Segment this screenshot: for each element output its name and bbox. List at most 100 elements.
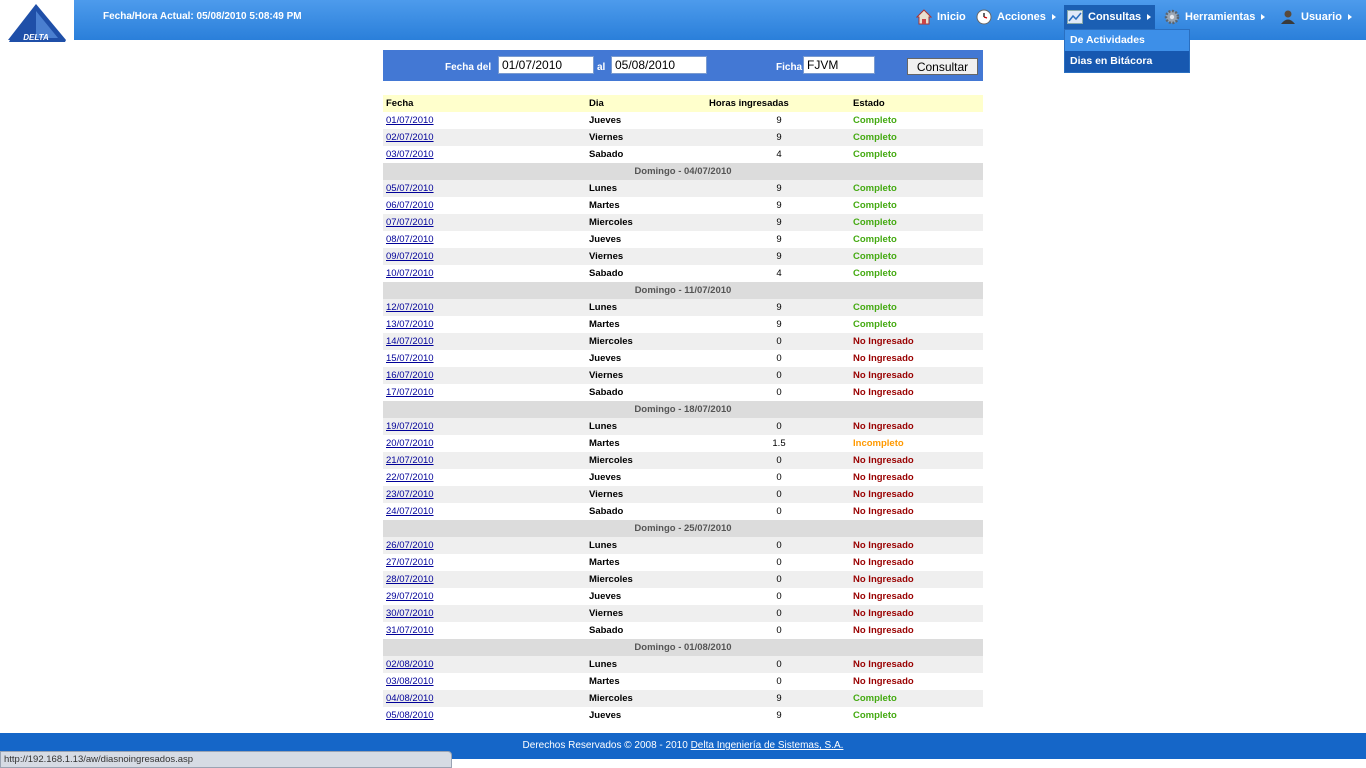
submenu-arrow-icon bbox=[1261, 14, 1266, 20]
horas-cell: 0 bbox=[776, 370, 782, 381]
fecha-link[interactable]: 01/07/2010 bbox=[386, 115, 434, 126]
fecha-link[interactable]: 21/07/2010 bbox=[386, 455, 434, 466]
menu-item-dias-en-bitacora[interactable]: Dias en Bitácora bbox=[1065, 51, 1189, 72]
fecha-al-input[interactable] bbox=[611, 56, 707, 74]
fecha-link[interactable]: 06/07/2010 bbox=[386, 200, 434, 211]
fecha-link[interactable]: 05/07/2010 bbox=[386, 183, 434, 194]
fecha-link[interactable]: 31/07/2010 bbox=[386, 625, 434, 636]
fecha-link[interactable]: 23/07/2010 bbox=[386, 489, 434, 500]
chart-icon bbox=[1067, 9, 1083, 25]
estado-cell: Completo bbox=[853, 268, 897, 279]
table-row: 05/07/2010 Lunes 9 Completo bbox=[383, 180, 983, 197]
horas-cell: 0 bbox=[776, 659, 782, 670]
horas-cell: 9 bbox=[776, 693, 782, 704]
fecha-link[interactable]: 28/07/2010 bbox=[386, 574, 434, 585]
fecha-link[interactable]: 29/07/2010 bbox=[386, 591, 434, 602]
ficha-input[interactable] bbox=[803, 56, 875, 74]
nav-herramientas[interactable]: Herramientas bbox=[1164, 5, 1266, 29]
dia-cell: Lunes bbox=[589, 421, 617, 432]
fecha-link[interactable]: 07/07/2010 bbox=[386, 217, 434, 228]
header-fecha: Fecha bbox=[386, 98, 414, 109]
company-link[interactable]: Delta Ingeniería de Sistemas, S.A. bbox=[691, 740, 844, 751]
fecha-link[interactable]: 10/07/2010 bbox=[386, 268, 434, 279]
nav-usuario[interactable]: Usuario bbox=[1280, 5, 1352, 29]
fecha-link[interactable]: 15/07/2010 bbox=[386, 353, 434, 364]
estado-cell: Completo bbox=[853, 132, 897, 143]
dia-cell: Lunes bbox=[589, 659, 617, 670]
logo-text: DELTA bbox=[23, 33, 49, 42]
horas-cell: 0 bbox=[776, 608, 782, 619]
dia-cell: Miercoles bbox=[589, 336, 633, 347]
nav-consultas-label: Consultas bbox=[1088, 11, 1142, 23]
fecha-link[interactable]: 30/07/2010 bbox=[386, 608, 434, 619]
dia-cell: Lunes bbox=[589, 302, 617, 313]
fecha-link[interactable]: 24/07/2010 bbox=[386, 506, 434, 517]
browser-status-url: http://192.168.1.13/aw/diasnoingresados.… bbox=[0, 751, 452, 768]
nav-inicio-label: Inicio bbox=[937, 11, 966, 23]
submenu-arrow-icon bbox=[1147, 14, 1152, 20]
fecha-link[interactable]: 08/07/2010 bbox=[386, 234, 434, 245]
fecha-cell: 12/07/2010 bbox=[386, 299, 434, 316]
table-row: 19/07/2010 Lunes 0 No Ingresado bbox=[383, 418, 983, 435]
table-row: 04/08/2010 Miercoles 9 Completo bbox=[383, 690, 983, 707]
sunday-separator-row: Domingo - 04/07/2010 bbox=[383, 163, 983, 180]
consultar-button[interactable]: Consultar bbox=[907, 58, 978, 75]
table-row: 22/07/2010 Jueves 0 No Ingresado bbox=[383, 469, 983, 486]
fecha-link[interactable]: 27/07/2010 bbox=[386, 557, 434, 568]
fecha-link[interactable]: 03/07/2010 bbox=[386, 149, 434, 160]
horas-cell: 9 bbox=[776, 115, 782, 126]
dia-cell: Lunes bbox=[589, 540, 617, 551]
dia-cell: Miercoles bbox=[589, 217, 633, 228]
estado-cell: Completo bbox=[853, 115, 897, 126]
fecha-link[interactable]: 16/07/2010 bbox=[386, 370, 434, 381]
horas-cell: 0 bbox=[776, 540, 782, 551]
table-row: 07/07/2010 Miercoles 9 Completo bbox=[383, 214, 983, 231]
fecha-cell: 22/07/2010 bbox=[386, 469, 434, 486]
nav-inicio[interactable]: Inicio bbox=[915, 5, 966, 29]
fecha-link[interactable]: 20/07/2010 bbox=[386, 438, 434, 449]
dia-cell: Jueves bbox=[589, 472, 622, 483]
table-row: 31/07/2010 Sabado 0 No Ingresado bbox=[383, 622, 983, 639]
fecha-cell: 03/07/2010 bbox=[386, 146, 434, 163]
fecha-link[interactable]: 17/07/2010 bbox=[386, 387, 434, 398]
fecha-link[interactable]: 12/07/2010 bbox=[386, 302, 434, 313]
dia-cell: Miercoles bbox=[589, 574, 633, 585]
fecha-link[interactable]: 02/08/2010 bbox=[386, 659, 434, 670]
estado-cell: No Ingresado bbox=[853, 370, 914, 381]
fecha-link[interactable]: 22/07/2010 bbox=[386, 472, 434, 483]
table-row: 23/07/2010 Viernes 0 No Ingresado bbox=[383, 486, 983, 503]
table-row: 15/07/2010 Jueves 0 No Ingresado bbox=[383, 350, 983, 367]
fecha-link[interactable]: 14/07/2010 bbox=[386, 336, 434, 347]
dia-cell: Sabado bbox=[589, 149, 624, 160]
menu-item-de-actividades[interactable]: De Actividades bbox=[1065, 30, 1189, 51]
dia-cell: Viernes bbox=[589, 132, 624, 143]
fecha-cell: 19/07/2010 bbox=[386, 418, 434, 435]
fecha-link[interactable]: 05/08/2010 bbox=[386, 710, 434, 721]
fecha-cell: 16/07/2010 bbox=[386, 367, 434, 384]
dia-cell: Jueves bbox=[589, 710, 622, 721]
fecha-link[interactable]: 19/07/2010 bbox=[386, 421, 434, 432]
fecha-cell: 17/07/2010 bbox=[386, 384, 434, 401]
delta-logo[interactable]: DELTA bbox=[0, 0, 74, 44]
fecha-link[interactable]: 03/08/2010 bbox=[386, 676, 434, 687]
horas-cell: 0 bbox=[776, 625, 782, 636]
fecha-link[interactable]: 09/07/2010 bbox=[386, 251, 434, 262]
table-row: 05/08/2010 Jueves 9 Completo bbox=[383, 707, 983, 724]
fecha-link[interactable]: 13/07/2010 bbox=[386, 319, 434, 330]
nav-acciones[interactable]: Acciones bbox=[976, 5, 1056, 29]
ficha-label: Ficha bbox=[776, 62, 803, 73]
horas-cell: 0 bbox=[776, 387, 782, 398]
header-dia: Dia bbox=[589, 98, 604, 109]
nav-consultas[interactable]: Consultas bbox=[1064, 5, 1156, 29]
estado-cell: No Ingresado bbox=[853, 591, 914, 602]
current-datetime: Fecha/Hora Actual: 05/08/2010 5:08:49 PM bbox=[103, 11, 302, 22]
dia-cell: Lunes bbox=[589, 183, 617, 194]
fecha-del-input[interactable] bbox=[498, 56, 594, 74]
fecha-cell: 28/07/2010 bbox=[386, 571, 434, 588]
estado-cell: No Ingresado bbox=[853, 676, 914, 687]
fecha-link[interactable]: 02/07/2010 bbox=[386, 132, 434, 143]
fecha-link[interactable]: 26/07/2010 bbox=[386, 540, 434, 551]
fecha-cell: 14/07/2010 bbox=[386, 333, 434, 350]
fecha-link[interactable]: 04/08/2010 bbox=[386, 693, 434, 704]
fecha-cell: 03/08/2010 bbox=[386, 673, 434, 690]
